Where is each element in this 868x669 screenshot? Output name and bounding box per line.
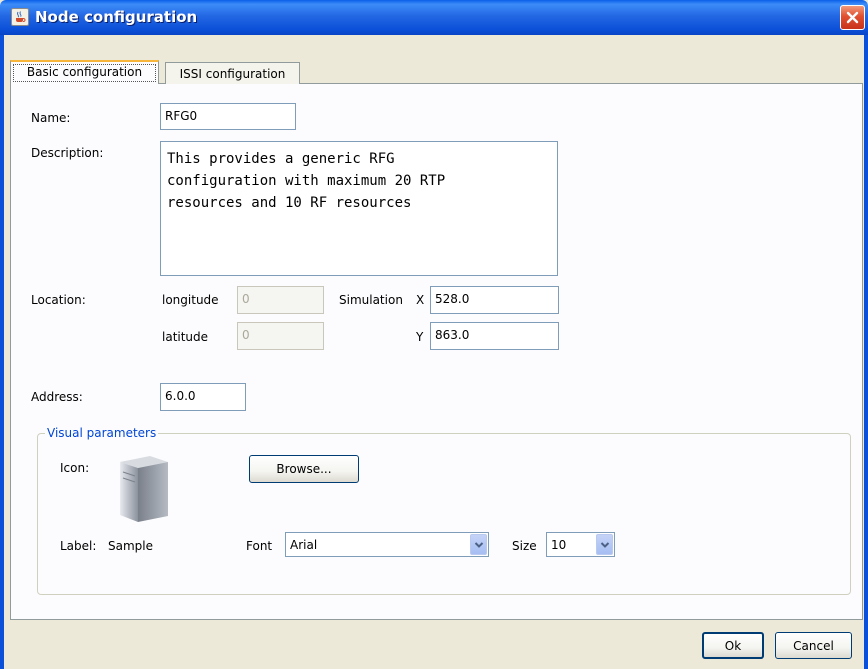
simulation-x-field[interactable]: 528.0 <box>430 286 559 314</box>
simulation-x-label: X <box>416 293 425 307</box>
size-label: Size <box>512 539 537 553</box>
name-field[interactable]: RFG0 <box>160 103 296 130</box>
description-textarea[interactable]: This provides a generic RFG configuratio… <box>160 141 558 276</box>
description-line: configuration with maximum 20 RTP <box>167 173 446 189</box>
close-button[interactable] <box>840 5 865 30</box>
title-bar[interactable]: Node configuration <box>0 0 868 35</box>
simulation-y-field[interactable]: 863.0 <box>430 322 559 350</box>
size-dropdown[interactable]: 10 <box>546 532 615 557</box>
cancel-button[interactable]: Cancel <box>775 632 852 659</box>
server-tower-icon <box>120 456 168 522</box>
close-icon <box>846 11 859 24</box>
dialog-title: Node configuration <box>35 8 198 26</box>
label-label: Label: <box>60 539 97 553</box>
chevron-down-icon[interactable] <box>596 534 613 555</box>
latitude-field[interactable]: 0 <box>237 322 324 350</box>
font-selected-value: Arial <box>290 538 318 552</box>
location-label: Location: <box>31 293 86 307</box>
size-selected-value: 10 <box>551 538 567 552</box>
description-line: This provides a generic RFG <box>167 151 395 167</box>
tab-issi-configuration[interactable]: ISSI configuration <box>165 62 300 84</box>
ok-button[interactable]: Ok <box>702 632 764 659</box>
address-label: Address: <box>31 390 83 404</box>
tab-basic-configuration[interactable]: Basic configuration <box>10 60 159 84</box>
font-label: Font <box>246 539 273 553</box>
longitude-label: longitude <box>162 293 219 307</box>
chevron-down-icon[interactable] <box>470 534 487 555</box>
label-sample-text: Sample <box>108 539 153 553</box>
longitude-field[interactable]: 0 <box>237 286 324 314</box>
browse-button-label: Browse... <box>276 462 332 476</box>
visual-parameters-title: Visual parameters <box>45 426 159 440</box>
simulation-label: Simulation <box>339 293 403 307</box>
description-label: Description: <box>31 146 104 160</box>
node-configuration-dialog: Node configuration Basic configuration I… <box>0 0 868 669</box>
browse-button[interactable]: Browse... <box>249 455 359 483</box>
address-field[interactable]: 6.0.0 <box>160 383 246 411</box>
simulation-y-label: Y <box>416 330 424 344</box>
tab-label: Basic configuration <box>26 65 143 79</box>
java-cup-icon <box>11 8 29 26</box>
ok-button-label: Ok <box>724 639 742 653</box>
latitude-label: latitude <box>162 330 209 344</box>
window-border-right <box>864 35 868 669</box>
font-dropdown[interactable]: Arial <box>285 532 489 557</box>
description-line: resources and 10 RF resources <box>167 195 412 211</box>
window-border-left <box>0 35 4 669</box>
icon-label: Icon: <box>60 461 90 475</box>
cancel-button-label: Cancel <box>793 639 834 653</box>
name-label: Name: <box>31 111 71 125</box>
tab-label: ISSI configuration <box>179 67 286 81</box>
